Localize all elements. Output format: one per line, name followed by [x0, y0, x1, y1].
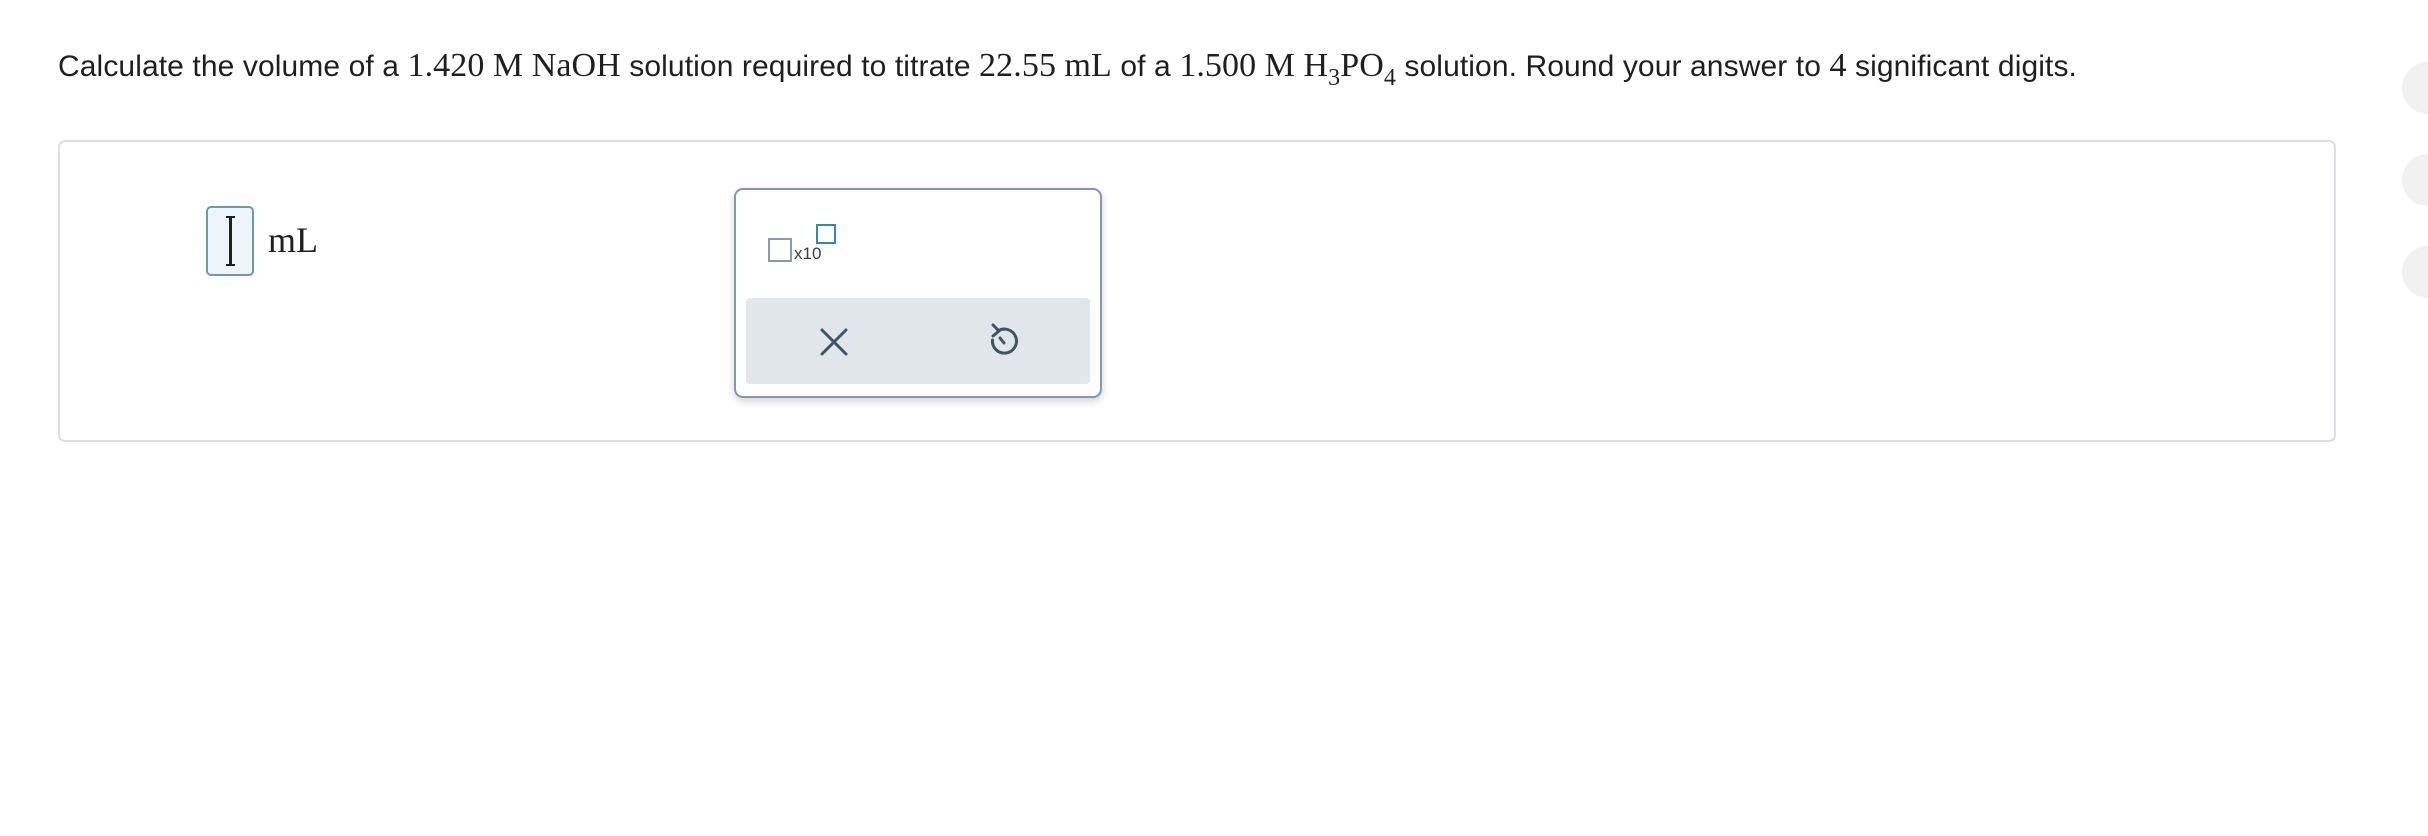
- math-formula: H3PO4: [1303, 47, 1396, 90]
- math-value: 4: [1829, 47, 1847, 84]
- clear-button[interactable]: [806, 314, 862, 370]
- formula-part: H: [1303, 47, 1329, 84]
- answer-unit: mL: [268, 220, 318, 260]
- page: Calculate the volume of a 1.420 M NaOH s…: [0, 0, 2428, 836]
- question-part: of a: [1111, 50, 1180, 83]
- question-text: Calculate the volume of a 1.420 M NaOH s…: [58, 44, 2077, 90]
- math-unit: M: [1264, 47, 1295, 84]
- math-formula: NaOH: [531, 47, 621, 84]
- x10-label: x10: [794, 244, 822, 263]
- math-unit: M: [492, 47, 524, 84]
- exponent-placeholder-icon: [816, 224, 836, 244]
- question-part: significant digits.: [1846, 50, 2077, 83]
- close-icon: [820, 328, 848, 356]
- answer-panel: [58, 140, 2336, 442]
- math-value: 1.420: [407, 47, 485, 84]
- base-placeholder-icon: [768, 238, 792, 262]
- question-part: Calculate the volume of a: [58, 50, 408, 83]
- math-toolbox: x10: [734, 188, 1102, 398]
- undo-icon: [990, 323, 1018, 355]
- question-part: solution required to titrate: [620, 50, 980, 83]
- side-nav-dot[interactable]: [2402, 62, 2428, 114]
- question-part: solution. Round your answer to: [1395, 50, 1830, 83]
- side-nav-dot[interactable]: [2402, 154, 2428, 206]
- math-value: 1.500: [1179, 47, 1257, 84]
- undo-button[interactable]: [976, 314, 1032, 370]
- formula-subscript: 4: [1383, 65, 1396, 91]
- formula-part: PO: [1340, 47, 1384, 84]
- text-cursor-icon: [226, 216, 235, 266]
- answer-input[interactable]: [206, 206, 254, 276]
- toolbox-action-bar: [746, 298, 1090, 384]
- math-unit: mL: [1064, 47, 1112, 84]
- formula-subscript: 3: [1328, 65, 1341, 91]
- scientific-notation-button[interactable]: x10: [766, 224, 840, 274]
- math-value: 22.55: [979, 47, 1057, 84]
- side-nav-dot[interactable]: [2402, 246, 2428, 298]
